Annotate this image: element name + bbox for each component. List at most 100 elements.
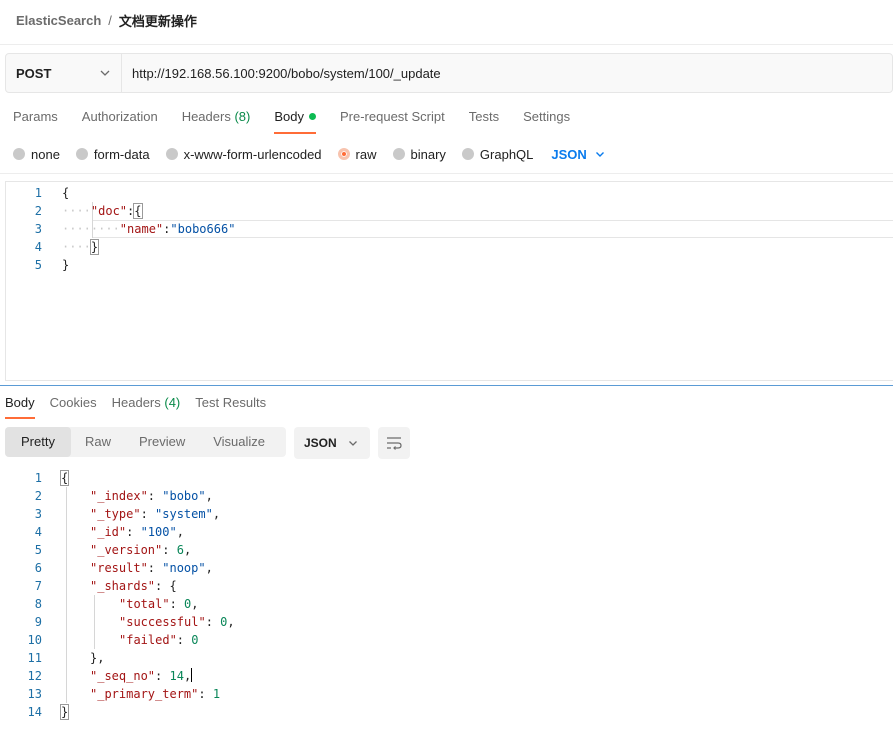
radio-form-data[interactable]: form-data bbox=[75, 146, 150, 162]
code-line: "failed": 0 bbox=[119, 633, 199, 647]
json-key: "total" bbox=[119, 597, 170, 611]
view-pretty-button[interactable]: Pretty bbox=[5, 427, 71, 457]
tab-settings[interactable]: Settings bbox=[523, 108, 570, 134]
radio-none[interactable]: none bbox=[13, 147, 60, 162]
brace: } bbox=[59, 704, 70, 720]
tab-pre-request-script[interactable]: Pre-request Script bbox=[340, 108, 445, 134]
tab-headers[interactable]: Headers (8) bbox=[182, 108, 251, 134]
json-string: "100" bbox=[140, 525, 177, 539]
radio-label: x-www-form-urlencoded bbox=[183, 146, 322, 162]
line-number: 1 bbox=[34, 471, 42, 485]
breadcrumb-root[interactable]: ElasticSearch bbox=[16, 13, 101, 28]
radio-graphql[interactable]: GraphQL bbox=[461, 146, 534, 162]
code-line: "_seq_no": 14, bbox=[90, 668, 193, 683]
header-divider bbox=[0, 44, 893, 45]
code-line: { bbox=[59, 469, 70, 487]
line-number: 9 bbox=[34, 615, 42, 629]
tab-params[interactable]: Params bbox=[13, 108, 58, 134]
tab-tests[interactable]: Tests bbox=[469, 108, 499, 134]
json-key: "_id" bbox=[90, 525, 127, 539]
line-number: 3 bbox=[34, 222, 42, 236]
line-number: 3 bbox=[34, 507, 42, 521]
wrap-lines-button[interactable] bbox=[378, 427, 410, 459]
pane-splitter[interactable] bbox=[0, 385, 893, 386]
json-key: "failed" bbox=[119, 633, 177, 647]
json-number: 14 bbox=[169, 669, 184, 683]
wrap-lines-icon bbox=[387, 437, 402, 450]
json-string: "bobo666" bbox=[170, 222, 236, 236]
response-tabs: Body Cookies Headers (4) Test Results bbox=[5, 395, 281, 419]
chevron-down-icon bbox=[100, 70, 110, 76]
resp-headers-count: (4) bbox=[164, 395, 181, 410]
brace: { bbox=[133, 203, 143, 219]
code-line: "_primary_term": 1 bbox=[90, 687, 221, 701]
tab-label: Headers bbox=[181, 109, 231, 124]
radio-label: none bbox=[31, 146, 60, 162]
url-input[interactable]: http://192.168.56.100:9200/bobo/system/1… bbox=[122, 54, 892, 92]
whitespace-dots: ···· bbox=[62, 240, 91, 254]
radio-circle[interactable] bbox=[392, 148, 405, 160]
view-visualize-button[interactable]: Visualize bbox=[199, 427, 279, 457]
breadcrumb-separator: / bbox=[108, 12, 112, 28]
whitespace-dots: ········ bbox=[62, 222, 120, 236]
code-line: } bbox=[59, 703, 70, 721]
tab-label: Pre-request Script bbox=[339, 109, 445, 124]
code-line: ····"doc":{ bbox=[62, 202, 143, 220]
resp-tab-test-results[interactable]: Test Results bbox=[195, 395, 266, 419]
line-number: 8 bbox=[34, 597, 42, 611]
view-preview-button[interactable]: Preview bbox=[125, 427, 199, 457]
radio-circle-checked[interactable] bbox=[337, 148, 350, 160]
radio-label: GraphQL bbox=[479, 146, 534, 162]
tab-label: Headers bbox=[111, 395, 161, 410]
brace: } bbox=[62, 258, 70, 272]
code-line: "_index": "bobo", bbox=[90, 489, 213, 503]
radio-label: raw bbox=[355, 146, 377, 162]
json-key: "successful" bbox=[119, 615, 206, 629]
headers-count: (8) bbox=[234, 109, 251, 124]
radio-raw[interactable]: raw bbox=[337, 146, 377, 162]
json-number: 0 bbox=[191, 633, 199, 647]
radio-circle[interactable] bbox=[75, 148, 88, 160]
tab-label: Body bbox=[274, 109, 304, 124]
request-bar: POST http://192.168.56.100:9200/bobo/sys… bbox=[5, 53, 893, 93]
breadcrumb-current[interactable]: 文档更新操作 bbox=[119, 11, 197, 30]
request-tabs: Params Authorization Headers (8) Body Pr… bbox=[13, 108, 594, 134]
resp-tab-body[interactable]: Body bbox=[5, 395, 35, 419]
radio-label: binary bbox=[410, 146, 446, 162]
line-number: 2 bbox=[34, 204, 42, 218]
line-number: 4 bbox=[34, 525, 42, 539]
line-number: 1 bbox=[34, 186, 42, 200]
json-string: "system" bbox=[155, 507, 213, 521]
code-line: ····} bbox=[62, 238, 100, 256]
body-status-dot bbox=[308, 113, 316, 120]
resp-tab-cookies[interactable]: Cookies bbox=[50, 395, 97, 419]
radio-label: form-data bbox=[93, 146, 150, 162]
chevron-down-icon bbox=[595, 152, 604, 157]
tab-authorization[interactable]: Authorization bbox=[82, 108, 158, 134]
tab-label: Settings bbox=[523, 109, 571, 124]
code-line: "_shards": { bbox=[90, 579, 177, 593]
tab-label: Params bbox=[13, 109, 58, 124]
line-number: 7 bbox=[34, 579, 42, 593]
json-number: 6 bbox=[176, 543, 184, 557]
tab-label: Tests bbox=[468, 109, 500, 124]
request-body-editor[interactable]: 1 2 3 4 5 { ····"doc":{ ········"name":"… bbox=[5, 181, 893, 381]
radio-circle[interactable] bbox=[13, 148, 25, 160]
code-line: "successful": 0, bbox=[119, 615, 235, 629]
json-key: "_type" bbox=[90, 507, 141, 521]
chevron-down-icon bbox=[349, 441, 357, 446]
method-select[interactable]: POST bbox=[6, 54, 122, 92]
view-raw-button[interactable]: Raw bbox=[71, 427, 125, 457]
resp-tab-headers[interactable]: Headers (4) bbox=[112, 395, 181, 419]
response-format-select[interactable]: JSON bbox=[294, 427, 370, 459]
line-number: 13 bbox=[27, 687, 42, 701]
radio-circle[interactable] bbox=[461, 148, 474, 160]
body-language-select[interactable]: JSON bbox=[551, 147, 604, 162]
radio-x-www-form-urlencoded[interactable]: x-www-form-urlencoded bbox=[165, 146, 322, 162]
radio-circle[interactable] bbox=[165, 148, 178, 160]
line-number: 11 bbox=[27, 651, 42, 665]
tab-body[interactable]: Body bbox=[274, 108, 316, 134]
radio-binary[interactable]: binary bbox=[392, 146, 446, 162]
line-number: 6 bbox=[34, 561, 42, 575]
response-body-viewer[interactable]: 1 2 3 4 5 6 7 8 9 10 11 12 13 14 { "_ind… bbox=[0, 469, 893, 729]
